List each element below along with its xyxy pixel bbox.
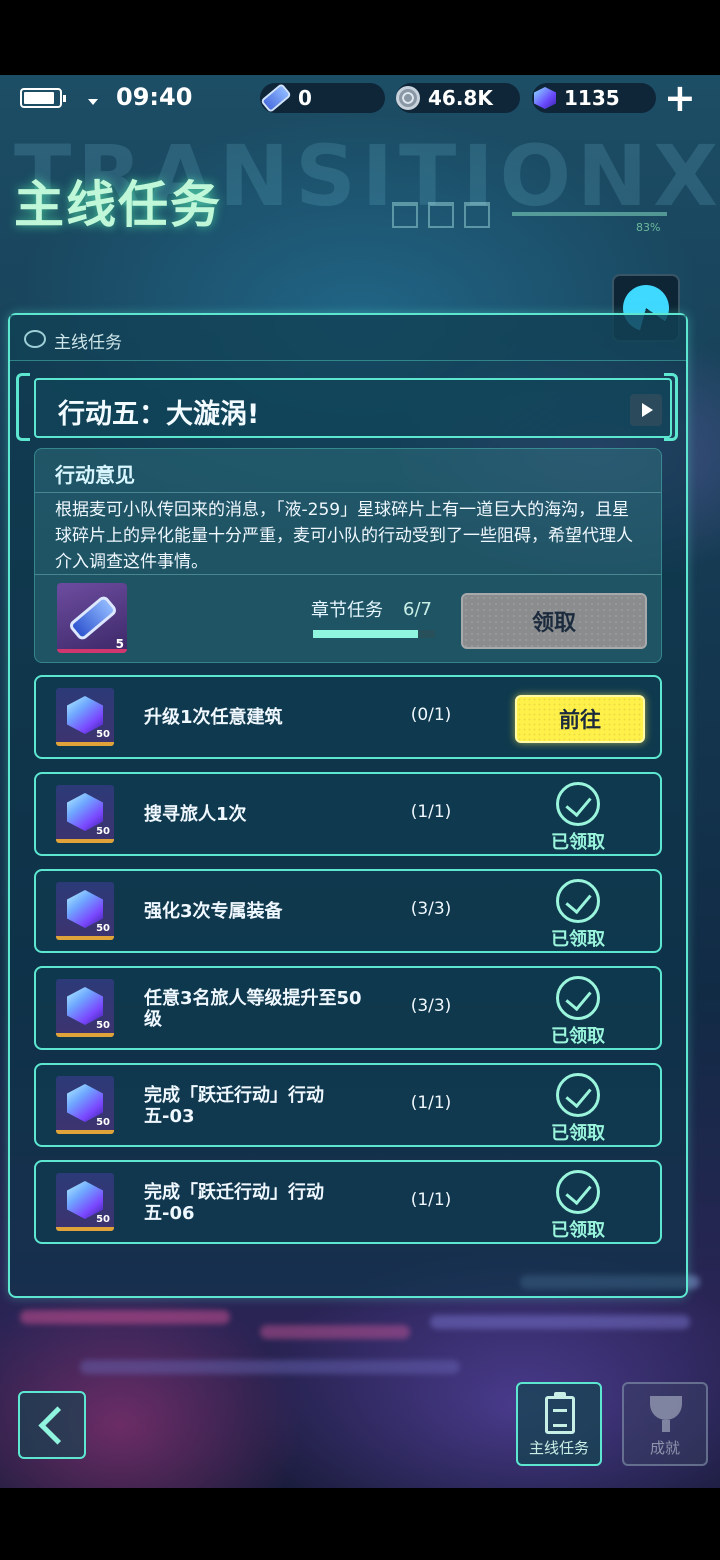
opinion-heading: 行动意见 — [55, 463, 135, 487]
page-title: 主线任务 — [14, 176, 222, 234]
add-currency-button[interactable]: + — [664, 79, 696, 117]
header-deco-bar — [512, 212, 667, 216]
tab-achievement[interactable]: 成就 — [622, 1382, 708, 1466]
battery-icon — [20, 88, 66, 108]
claimed-label: 已领取 — [551, 1123, 605, 1144]
claimed-label: 已领取 — [551, 1026, 605, 1047]
gem-counter[interactable]: 1135 — [532, 83, 656, 113]
reward-item[interactable]: 50 — [56, 688, 114, 746]
coin-counter[interactable]: 46.8K — [396, 83, 520, 113]
claimed-status: 已领取 — [536, 1073, 620, 1145]
ticket-icon — [67, 594, 119, 642]
task-progress: (1/1) — [410, 802, 452, 822]
coin-value: 46.8K — [428, 86, 493, 110]
back-button[interactable] — [18, 1391, 86, 1459]
bg-light — [260, 1325, 410, 1339]
ticket-value: 0 — [298, 86, 312, 110]
claimed-status: 已领取 — [536, 782, 620, 854]
check-circle-icon — [556, 879, 600, 923]
chapter-title: 行动五：大漩涡! — [58, 399, 260, 430]
reward-count: 50 — [96, 923, 110, 934]
trophy-icon — [650, 1396, 682, 1432]
reward-count: 50 — [96, 1020, 110, 1031]
task-row: 50 搜寻旅人1次 (1/1) 已领取 — [34, 772, 662, 856]
divider — [35, 574, 661, 575]
clipboard-icon — [545, 1392, 575, 1434]
reward-item[interactable]: 50 — [56, 1076, 114, 1134]
panel-header: 主线任务 — [10, 315, 686, 361]
cube-gem-icon — [534, 87, 556, 109]
check-circle-icon — [556, 1073, 600, 1117]
reward-item[interactable]: 50 — [56, 1173, 114, 1231]
claimed-status: 已领取 — [536, 976, 620, 1048]
task-name: 任意3名旅人等级提升至50级 — [144, 988, 362, 1030]
task-name: 强化3次专属装备 — [144, 901, 283, 922]
reward-item[interactable]: 50 — [56, 882, 114, 940]
go-button[interactable]: 前往 — [515, 695, 645, 743]
tab-achievement-label: 成就 — [649, 1439, 680, 1457]
task-row: 50 强化3次专属装备 (3/3) 已领取 — [34, 869, 662, 953]
signal-icon — [88, 99, 98, 105]
reward-count: 50 — [96, 1117, 110, 1128]
task-list[interactable]: 50 升级1次任意建筑 (0/1) 前往 50 搜寻旅人1次 (1/1) 已领取 50 强化3次专… — [34, 675, 662, 1282]
task-progress: (3/3) — [410, 899, 452, 919]
chapter-task-progress: 6/7 — [403, 599, 432, 620]
claimed-label: 已领取 — [551, 1220, 605, 1241]
panel-header-icon — [24, 330, 46, 348]
chapter-bracket-left — [16, 373, 30, 441]
ticket-icon — [260, 82, 292, 114]
claimed-label: 已领取 — [551, 832, 605, 853]
divider — [35, 492, 661, 493]
task-row: 50 完成「跃迁行动」行动五-03 (1/1) 已领取 — [34, 1063, 662, 1147]
task-progress: (1/1) — [410, 1190, 452, 1210]
chapter-progress-bar — [313, 630, 435, 638]
panel-header-label: 主线任务 — [54, 333, 122, 353]
header-decoration — [392, 202, 490, 228]
chapter-reward-item[interactable]: 5 — [57, 583, 127, 653]
task-name: 完成「跃迁行动」行动五-06 — [144, 1182, 324, 1224]
check-circle-icon — [556, 782, 600, 826]
check-circle-icon — [556, 1170, 600, 1214]
check-circle-icon — [556, 976, 600, 1020]
task-progress: (1/1) — [410, 1093, 452, 1113]
task-row: 50 完成「跃迁行动」行动五-06 (1/1) 已领取 — [34, 1160, 662, 1244]
play-arrow-icon[interactable] — [630, 394, 662, 426]
status-bar: 09:40 0 46.8K 1135 + — [0, 75, 720, 121]
reward-count: 50 — [96, 729, 110, 740]
chapter-task-label: 章节任务 — [311, 600, 383, 621]
task-name: 升级1次任意建筑 — [144, 707, 283, 728]
bg-light — [20, 1310, 230, 1324]
clock: 09:40 — [116, 83, 193, 111]
task-name: 完成「跃迁行动」行动五-03 — [144, 1085, 324, 1127]
chapter-progress-fill — [313, 630, 418, 638]
header-deco-percent: 83% — [636, 221, 661, 234]
reward-item[interactable]: 50 — [56, 785, 114, 843]
claimed-status: 已领取 — [536, 879, 620, 951]
game-screen: 09:40 0 46.8K 1135 + TRANSITIONXXX 主线任务 … — [0, 75, 720, 1488]
coin-icon — [396, 86, 420, 110]
reward-count: 50 — [96, 1214, 110, 1225]
reward-count: 5 — [115, 637, 124, 651]
reward-item[interactable]: 50 — [56, 979, 114, 1037]
reward-count: 50 — [96, 826, 110, 837]
action-opinion-card: 行动意见 根据麦可小队传回来的消息，「液-259」星球碎片上有一道巨大的海沟，且… — [34, 448, 662, 663]
ticket-counter[interactable]: 0 — [260, 82, 385, 114]
task-progress: (0/1) — [410, 705, 452, 725]
claimed-label: 已领取 — [551, 929, 605, 950]
bg-light — [80, 1360, 460, 1374]
claimed-status: 已领取 — [536, 1170, 620, 1242]
task-row: 50 任意3名旅人等级提升至50级 (3/3) 已领取 — [34, 966, 662, 1050]
task-row: 50 升级1次任意建筑 (0/1) 前往 — [34, 675, 662, 759]
chapter-selector[interactable]: 行动五：大漩涡! — [34, 378, 672, 438]
claim-chapter-reward-button[interactable]: 领取 — [461, 593, 647, 649]
opinion-text: 根据麦可小队传回来的消息，「液-259」星球碎片上有一道巨大的海沟，且星球碎片上… — [55, 500, 633, 572]
task-progress: (3/3) — [410, 996, 452, 1016]
task-name: 搜寻旅人1次 — [144, 804, 247, 825]
gem-value: 1135 — [564, 86, 620, 110]
tab-main-task[interactable]: 主线任务 — [516, 1382, 602, 1466]
tab-main-task-label: 主线任务 — [528, 1439, 589, 1457]
bg-light — [430, 1315, 690, 1329]
